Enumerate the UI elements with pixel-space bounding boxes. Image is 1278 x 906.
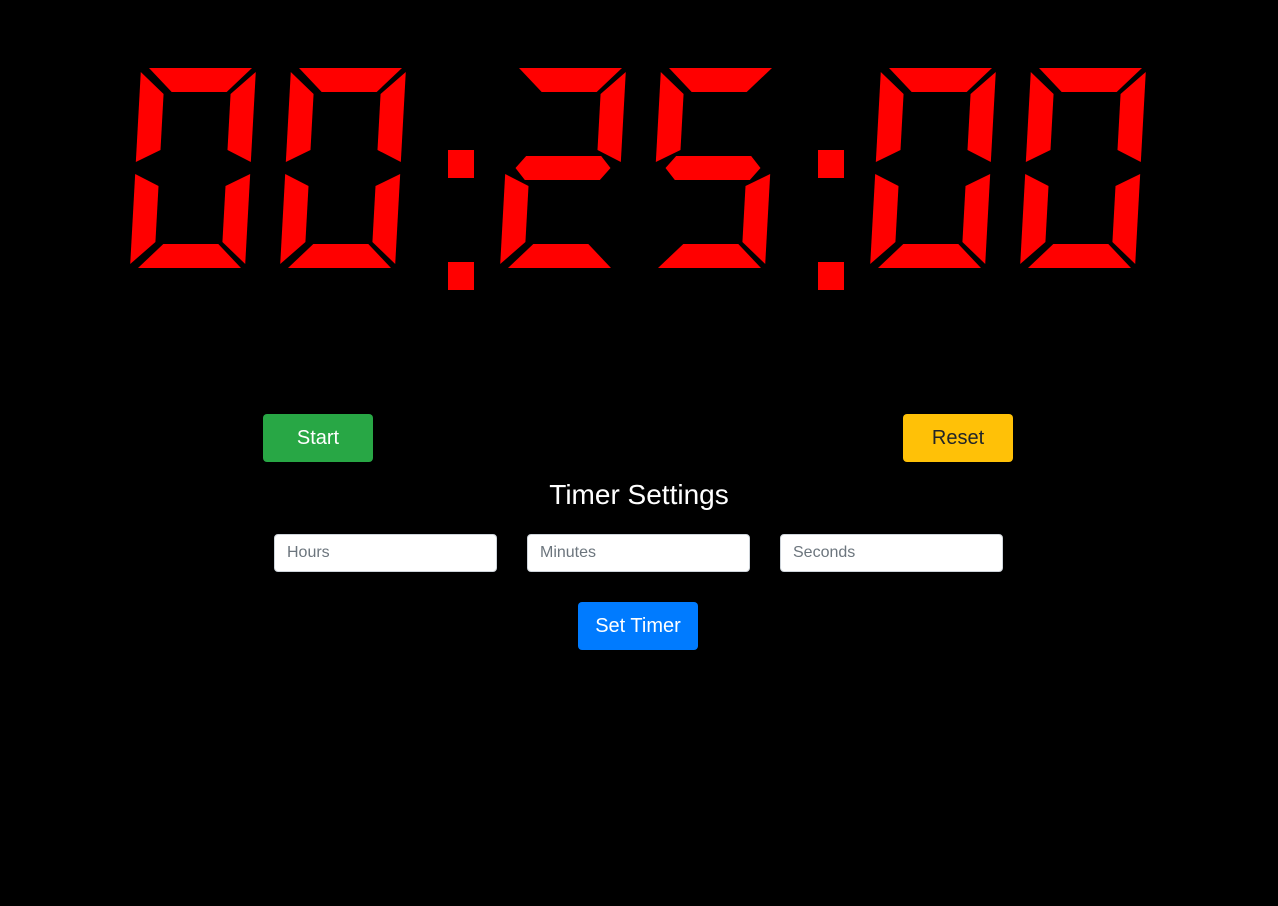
minutes-input[interactable] xyxy=(527,534,750,572)
digit-segment-a xyxy=(149,68,252,92)
digit-segment-a xyxy=(299,68,402,92)
digit-segment-a xyxy=(519,68,622,92)
digit-segment-f xyxy=(875,72,904,162)
seconds-input[interactable] xyxy=(780,534,1003,572)
digit-segment-d xyxy=(1028,244,1131,268)
colon-separator xyxy=(818,150,844,290)
colon-bottom-dot xyxy=(818,262,844,290)
timer-digit xyxy=(870,68,996,268)
digit-segment-g xyxy=(665,156,761,180)
digit-segment-d xyxy=(138,244,241,268)
digit-segment-c xyxy=(962,174,991,264)
colon-bottom-dot xyxy=(448,262,474,290)
digit-segment-f xyxy=(655,72,684,162)
digit-segment-c xyxy=(742,174,771,264)
digit-segment-a xyxy=(669,68,772,92)
set-timer-button[interactable]: Set Timer xyxy=(578,602,698,650)
timer-display-svg xyxy=(130,68,1146,290)
colon-separator xyxy=(448,150,474,290)
digit-segment-c xyxy=(1112,174,1141,264)
timer-page: Start Reset Timer Settings Set Timer xyxy=(0,0,1278,906)
colon-top-dot xyxy=(818,150,844,178)
timer-digit xyxy=(655,68,772,268)
digit-segment-e xyxy=(130,174,159,264)
digit-segment-a xyxy=(889,68,992,92)
digit-segment-g xyxy=(515,156,611,180)
digit-segment-f xyxy=(135,72,164,162)
reset-button[interactable]: Reset xyxy=(903,414,1013,462)
timer-digit xyxy=(1020,68,1146,268)
timer-digit xyxy=(500,68,626,268)
digit-segment-a xyxy=(1039,68,1142,92)
colon-top-dot xyxy=(448,150,474,178)
digit-segment-f xyxy=(285,72,314,162)
timer-settings-title: Timer Settings xyxy=(549,479,729,510)
start-button[interactable]: Start xyxy=(263,414,373,462)
digit-segment-f xyxy=(1025,72,1054,162)
digit-segment-d xyxy=(288,244,391,268)
timer-digit xyxy=(280,68,406,268)
digit-segment-d xyxy=(878,244,981,268)
digit-segment-d xyxy=(508,244,611,268)
digit-segment-e xyxy=(500,174,529,264)
digit-segment-c xyxy=(222,174,251,264)
digit-segment-e xyxy=(1020,174,1049,264)
seven-segment-timer-display xyxy=(120,60,1160,300)
hours-input[interactable] xyxy=(274,534,497,572)
digit-segment-e xyxy=(280,174,309,264)
digit-segment-e xyxy=(870,174,899,264)
digit-segment-c xyxy=(372,174,401,264)
digit-segment-d xyxy=(658,244,761,268)
timer-digit xyxy=(130,68,256,268)
